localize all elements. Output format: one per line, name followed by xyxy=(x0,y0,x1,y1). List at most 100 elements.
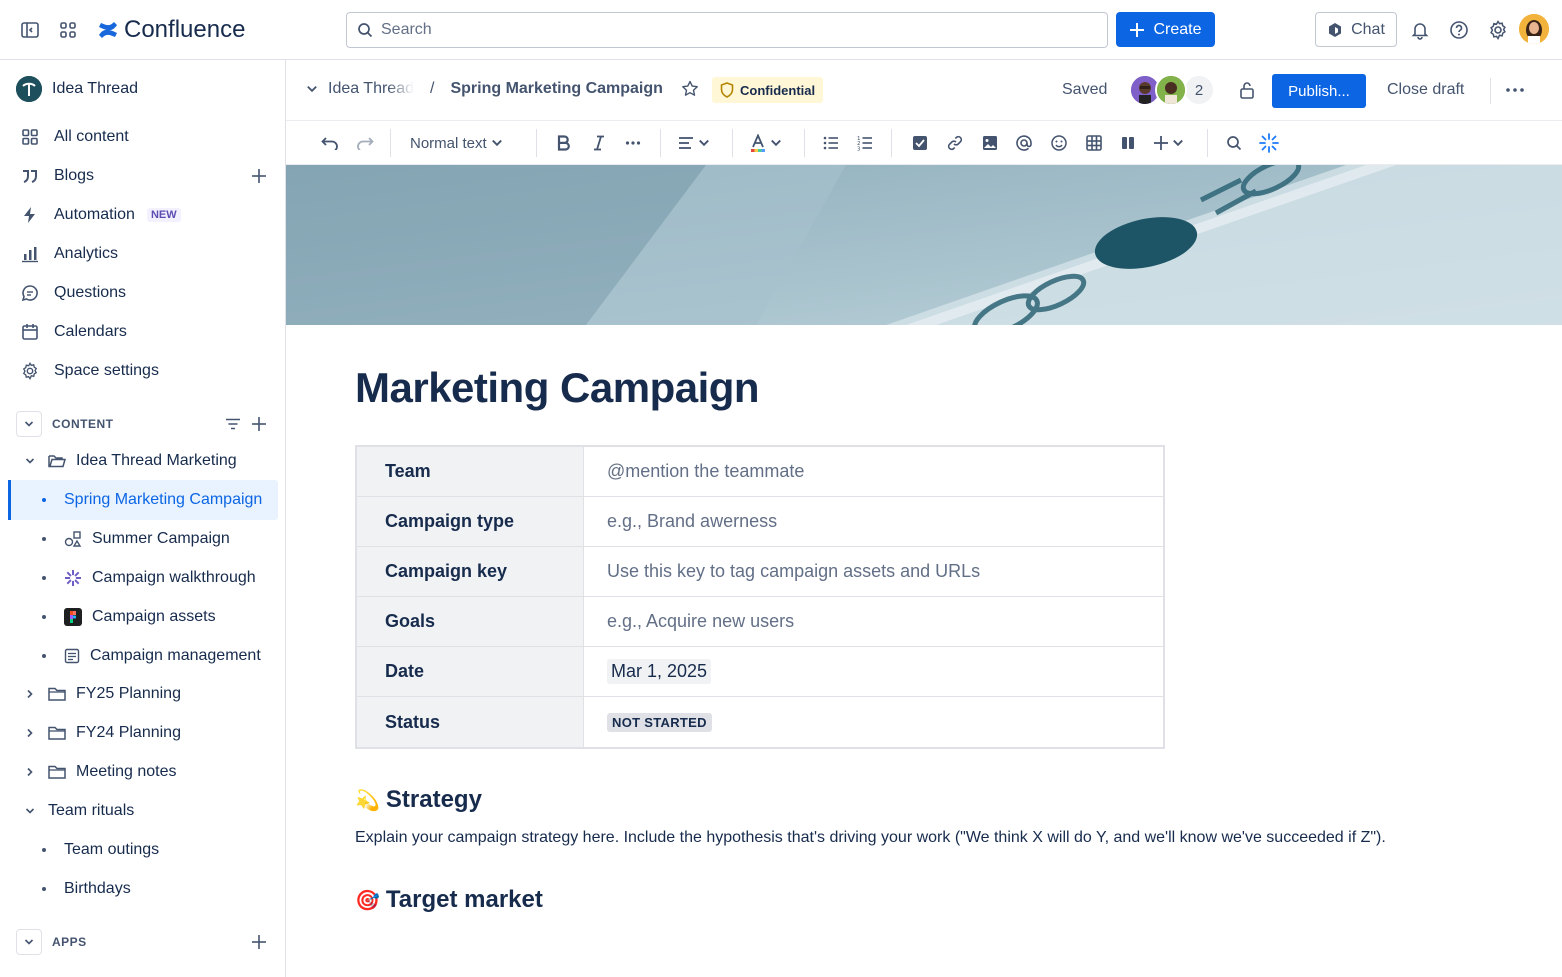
add-content-plus-icon[interactable] xyxy=(249,414,269,434)
table-header-cell[interactable]: Date xyxy=(357,647,584,696)
sidebar-item-space-settings[interactable]: Space settings xyxy=(20,359,159,383)
tree-item-summer-campaign[interactable]: Summer Campaign xyxy=(40,522,230,556)
create-button[interactable]: Create xyxy=(1116,12,1215,47)
collaborator-count[interactable]: 2 xyxy=(1183,74,1215,106)
status-badge[interactable]: NOT STARTED xyxy=(607,712,712,732)
plus-icon xyxy=(1129,22,1145,38)
tree-item-label: FY24 Planning xyxy=(76,724,181,741)
breadcrumb-current[interactable]: Spring Marketing Campaign xyxy=(450,80,662,98)
table-header-cell[interactable]: Campaign type xyxy=(357,497,584,546)
ai-assist-icon[interactable] xyxy=(1258,131,1280,155)
table-header-cell[interactable]: Status xyxy=(357,697,584,747)
campaign-info-table[interactable]: Team @mention the teammate Campaign type… xyxy=(355,445,1165,749)
chevron-down-icon[interactable] xyxy=(16,929,42,955)
chevron-down-icon[interactable] xyxy=(16,411,42,437)
tree-item-meeting-notes[interactable]: Meeting notes xyxy=(22,755,177,789)
sidebar-item-analytics[interactable]: Analytics xyxy=(20,242,118,266)
bold-icon[interactable] xyxy=(554,131,574,155)
user-avatar[interactable] xyxy=(1519,14,1549,44)
tree-item-team-rituals[interactable]: Team rituals xyxy=(22,794,134,828)
strategy-paragraph[interactable]: Explain your campaign strategy here. Inc… xyxy=(355,829,1386,847)
table-cell[interactable]: e.g., Brand awerness xyxy=(584,497,1163,546)
alignment-dropdown[interactable] xyxy=(678,131,710,155)
sidebar-item-label: Questions xyxy=(54,284,127,301)
chevron-down-icon[interactable] xyxy=(306,83,318,95)
tree-item-label: Birthdays xyxy=(64,880,131,897)
folder-icon xyxy=(48,725,66,741)
confluence-logo[interactable]: Confluence xyxy=(98,16,245,44)
bullet-list-icon[interactable] xyxy=(821,131,841,155)
text-style-dropdown[interactable]: Normal text xyxy=(410,131,503,155)
tree-item-spring-marketing-campaign[interactable]: Spring Marketing Campaign xyxy=(40,483,262,517)
tree-item-birthdays[interactable]: Birthdays xyxy=(40,872,131,906)
table-header-cell[interactable]: Goals xyxy=(357,597,584,646)
sidebar-item-questions[interactable]: Questions xyxy=(20,281,126,305)
undo-icon[interactable] xyxy=(319,131,341,155)
help-icon[interactable] xyxy=(1447,18,1471,42)
more-actions-icon[interactable] xyxy=(1504,82,1526,98)
tree-item-campaign-management[interactable]: Campaign management xyxy=(40,639,261,673)
filter-icon[interactable] xyxy=(223,414,243,434)
notifications-bell-icon[interactable] xyxy=(1408,18,1432,42)
mention-icon[interactable] xyxy=(1014,131,1034,155)
chevron-down-icon[interactable] xyxy=(22,806,38,816)
unlock-icon[interactable] xyxy=(1238,80,1256,100)
insert-dropdown[interactable] xyxy=(1154,131,1184,155)
table-cell[interactable]: @mention the teammate xyxy=(584,447,1163,496)
tree-item-campaign-walkthrough[interactable]: Campaign walkthrough xyxy=(40,561,256,595)
page-title[interactable]: Marketing Campaign xyxy=(355,364,760,412)
breadcrumb-parent[interactable]: Idea Thread xyxy=(328,80,414,98)
collaborator-avatar[interactable] xyxy=(1155,74,1187,106)
sidebar-item-all-content[interactable]: All content xyxy=(20,125,129,149)
chevron-down-icon[interactable] xyxy=(22,456,38,466)
sidebar-item-calendars[interactable]: Calendars xyxy=(20,320,127,344)
sidebar-toggle-icon[interactable] xyxy=(18,18,42,42)
chat-button[interactable]: Chat xyxy=(1315,12,1397,47)
numbered-list-icon[interactable]: 123 xyxy=(855,131,875,155)
italic-icon[interactable] xyxy=(589,131,609,155)
tree-item-fy25-planning[interactable]: FY25 Planning xyxy=(22,677,181,711)
tree-item-team-outings[interactable]: Team outings xyxy=(40,833,159,867)
app-switcher-icon[interactable] xyxy=(56,18,80,42)
table-cell[interactable]: e.g., Acquire new users xyxy=(584,597,1163,646)
image-icon[interactable] xyxy=(980,131,1000,155)
settings-gear-icon[interactable] xyxy=(1486,18,1510,42)
space-header[interactable]: Idea Thread xyxy=(16,76,138,102)
table-cell[interactable]: Mar 1, 2025 xyxy=(584,647,1163,696)
date-chip[interactable]: Mar 1, 2025 xyxy=(607,659,712,684)
star-icon[interactable] xyxy=(681,80,699,98)
text-color-dropdown[interactable] xyxy=(750,131,782,155)
sidebar-item-automation[interactable]: Automation NEW xyxy=(20,203,181,227)
close-draft-button[interactable]: Close draft xyxy=(1387,81,1464,99)
table-cell[interactable]: Use this key to tag campaign assets and … xyxy=(584,547,1163,596)
add-app-plus-icon[interactable] xyxy=(249,932,269,952)
sidebar-item-blogs[interactable]: Blogs xyxy=(20,164,94,188)
publish-button[interactable]: Publish... xyxy=(1272,74,1366,108)
task-checkbox-icon[interactable] xyxy=(910,131,930,155)
table-header-cell[interactable]: Team xyxy=(357,447,584,496)
strategy-heading[interactable]: 💫 Strategy xyxy=(355,786,482,814)
table-header-cell[interactable]: Campaign key xyxy=(357,547,584,596)
bullet-dot xyxy=(42,654,46,658)
chevron-right-icon[interactable] xyxy=(22,728,38,738)
chevron-right-icon[interactable] xyxy=(22,689,38,699)
tree-item-idea-thread-marketing[interactable]: Idea Thread Marketing xyxy=(22,444,237,478)
add-blog-plus-icon[interactable] xyxy=(249,166,269,186)
apps-section-header[interactable]: APPS xyxy=(16,929,87,955)
chevron-right-icon[interactable] xyxy=(22,767,38,777)
search-input[interactable]: Search xyxy=(346,12,1108,48)
link-icon[interactable] xyxy=(945,131,965,155)
target-market-heading[interactable]: 🎯 Target market xyxy=(355,886,543,914)
redo-icon[interactable] xyxy=(354,131,376,155)
emoji-icon[interactable] xyxy=(1049,131,1069,155)
classification-badge[interactable]: Confidential xyxy=(712,77,824,103)
table-icon[interactable] xyxy=(1084,131,1104,155)
table-cell[interactable]: NOT STARTED xyxy=(584,697,1163,747)
tree-item-fy24-planning[interactable]: FY24 Planning xyxy=(22,716,181,750)
find-replace-icon[interactable] xyxy=(1224,131,1244,155)
collaborators[interactable]: 2 xyxy=(1129,74,1215,106)
more-formatting-icon[interactable] xyxy=(623,131,643,155)
layout-columns-icon[interactable] xyxy=(1118,131,1138,155)
tree-item-campaign-assets[interactable]: Campaign assets xyxy=(40,600,216,634)
content-section-header[interactable]: CONTENT xyxy=(16,411,114,437)
